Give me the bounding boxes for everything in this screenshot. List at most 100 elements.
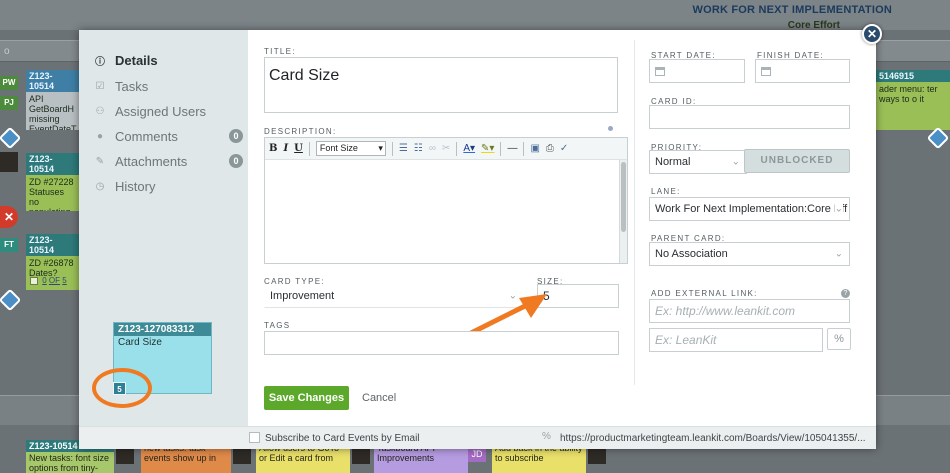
horizontal-rule-icon[interactable]: — <box>507 143 517 154</box>
priority-select[interactable]: Normal ⌄ <box>649 150 747 174</box>
board-card-text: New tasks: font size options from tiny- <box>29 453 110 473</box>
add-link-button[interactable]: % <box>827 328 851 350</box>
link-icon[interactable]: ∞ <box>429 143 436 154</box>
start-date-input[interactable] <box>649 59 745 83</box>
italic-button[interactable]: I <box>283 143 288 154</box>
pin-icon[interactable] <box>0 126 22 150</box>
board-card-id: 5146915 <box>876 70 950 82</box>
board-header: WORK FOR NEXT IMPLEMENTATION Core Effort <box>0 0 950 31</box>
preview-card-id: Z123-127083312 <box>114 323 211 336</box>
board-card[interactable]: Z123-10514 ZD #27228 Statuses no populat… <box>26 153 79 211</box>
avatar <box>0 152 18 172</box>
board-card-text: ZD #27228 Statuses no populating v mappi… <box>29 177 74 211</box>
nav-assigned-users[interactable]: ⚇ Assigned Users <box>95 102 243 120</box>
nav-label: History <box>115 178 156 194</box>
lane-select[interactable]: Work For Next Implementation:Core Eff ⌄ <box>649 197 850 221</box>
comment-count-badge: 0 <box>229 129 243 143</box>
unblocked-button[interactable]: UNBLOCKED <box>744 149 850 173</box>
dialog-footer: Subscribe to Card Events by Email % http… <box>79 426 876 449</box>
comment-icon: ● <box>96 130 104 142</box>
title-label: TITLE: <box>264 47 296 56</box>
nav-label: Details <box>115 52 158 68</box>
save-changes-button[interactable]: Save Changes <box>264 386 349 410</box>
nav-attachments[interactable]: ✎ Attachments 0 <box>95 152 243 170</box>
parent-card-select[interactable]: No Association ⌄ <box>649 242 850 266</box>
side-tag-ft: FT <box>0 238 18 252</box>
highlight-circle <box>92 368 152 408</box>
external-url-input[interactable]: Ex: http://www.leankit.com <box>649 299 850 323</box>
toolbar-divider <box>391 141 393 156</box>
card-edit-dialog: ⓘ Details ☑ Tasks ⚇ Assigned Users ● Com… <box>79 30 876 449</box>
editor-scrollbar[interactable] <box>619 160 627 263</box>
board-card[interactable]: 5146915 ader menu: ter ways to o it <box>876 70 950 130</box>
info-icon: ⓘ <box>95 56 105 68</box>
subscribe-checkbox[interactable] <box>249 432 260 443</box>
pin-icon[interactable] <box>0 288 22 312</box>
nav-history[interactable]: ◷ History <box>95 177 243 195</box>
description-label: DESCRIPTION: <box>264 127 337 136</box>
font-size-select[interactable]: Font Size <box>315 141 386 156</box>
board-card-id: Z123-10514 <box>26 70 79 92</box>
link-icon: % <box>834 333 844 345</box>
cancel-link[interactable]: Cancel <box>362 392 396 404</box>
nav-label: Assigned Users <box>115 103 207 119</box>
paperclip-icon: ✎ <box>95 155 105 167</box>
dialog-sidebar: ⓘ Details ☑ Tasks ⚇ Assigned Users ● Com… <box>79 30 248 426</box>
font-color-icon[interactable]: A▾ <box>463 143 475 154</box>
external-name-input[interactable]: Ex: LeanKit <box>649 328 823 352</box>
subscribe-label[interactable]: Subscribe to Card Events by Email <box>265 433 420 444</box>
nav-comments[interactable]: ● Comments 0 <box>95 127 243 145</box>
board-card-id: Z123-10514 <box>26 234 79 256</box>
resize-handle-icon[interactable] <box>608 126 613 131</box>
pin-icon[interactable] <box>926 126 950 150</box>
help-icon[interactable]: ? <box>841 289 850 298</box>
link-icon: % <box>542 431 551 442</box>
users-icon: ⚇ <box>95 105 105 117</box>
description-editor[interactable]: B I U Font Size ☰ ☷ ∞ ✂ A▾ ✎▾ — ▣ ⎙ ✓ <box>264 137 628 264</box>
preview-card-title: Card Size <box>118 337 162 348</box>
unlink-icon[interactable]: ✂ <box>442 143 450 154</box>
tags-label: TAGS <box>264 321 291 330</box>
column-header-text: o <box>4 46 10 57</box>
underline-button[interactable]: U <box>294 143 303 154</box>
board-card[interactable]: Z123-10514 API GetBoardH missing EventDa… <box>26 70 79 130</box>
chevron-down-icon: ⌄ <box>834 248 843 260</box>
lane-value: Work For Next Implementation:Core Eff <box>655 203 848 215</box>
tags-input[interactable] <box>264 331 619 355</box>
size-input[interactable]: 5 <box>537 284 619 308</box>
column-divider <box>634 40 635 385</box>
board-card-text: ZD #26878 Dates? <box>29 258 74 278</box>
numbered-list-icon[interactable]: ☷ <box>414 143 423 154</box>
spellcheck-icon[interactable]: ✓ <box>560 143 568 154</box>
card-id-input[interactable] <box>649 105 850 129</box>
board-card-text: API GetBoardH missing EventDateT <box>29 94 77 130</box>
lane-title: WORK FOR NEXT IMPLEMENTATION <box>692 4 892 16</box>
toolbar-divider <box>500 141 502 156</box>
highlight-color-icon[interactable]: ✎▾ <box>481 143 494 154</box>
bullet-list-icon[interactable]: ☰ <box>399 143 408 154</box>
toolbar-divider <box>308 141 310 156</box>
clock-icon: ◷ <box>95 180 105 192</box>
scrollbar-thumb[interactable] <box>621 162 626 232</box>
toolbar-divider <box>456 141 458 156</box>
blocked-icon[interactable]: ✕ <box>0 206 18 228</box>
toolbar-divider <box>523 141 525 156</box>
parent-card-value: No Association <box>655 248 728 260</box>
calendar-icon <box>761 66 771 76</box>
chevron-down-icon: ⌄ <box>834 203 843 215</box>
card-url-link[interactable]: https://productmarketingteam.leankit.com… <box>560 433 866 444</box>
side-tag-pj: PJ <box>0 96 18 110</box>
chevron-down-icon: ⌄ <box>731 156 740 168</box>
print-icon[interactable]: ⎙ <box>546 143 554 154</box>
nav-label: Comments <box>115 128 178 144</box>
nav-tasks[interactable]: ☑ Tasks <box>95 77 243 95</box>
finish-date-input[interactable] <box>755 59 850 83</box>
calendar-icon <box>655 66 665 76</box>
external-link-label: ADD EXTERNAL LINK: <box>651 289 758 298</box>
close-icon[interactable]: ✕ <box>862 24 882 44</box>
bold-button[interactable]: B <box>269 143 277 154</box>
side-tag-pw: PW <box>0 76 18 90</box>
image-icon[interactable]: ▣ <box>530 143 539 154</box>
title-input[interactable]: Card Size <box>264 57 618 113</box>
nav-details[interactable]: ⓘ Details <box>95 51 243 69</box>
